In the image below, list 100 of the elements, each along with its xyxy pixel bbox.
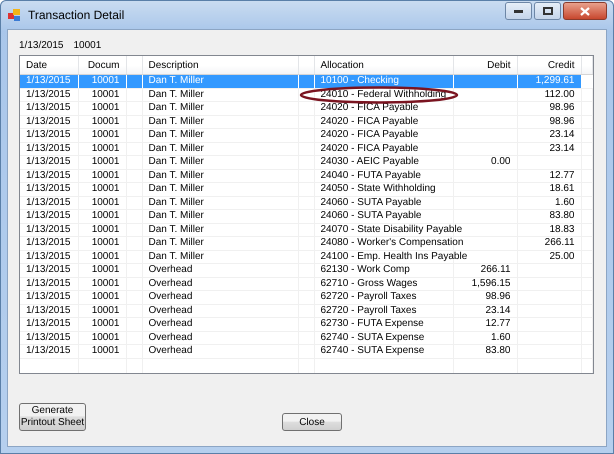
table-cell: 10001 <box>92 304 120 316</box>
close-dialog-button[interactable]: Close <box>282 413 342 431</box>
table-row[interactable]: 1/13/2015 10001 Dan T. Miller 24010 - Federal Withholding 112.00 <box>20 88 592 102</box>
table-cell: 24030 - AEIC Payable <box>320 156 419 167</box>
column-header[interactable]: Credit <box>517 56 581 74</box>
table-cell: Dan T. Miller <box>148 237 204 248</box>
table-row[interactable]: 1/13/2015 10001 Dan T. Miller 24020 - FICA Payable 23.14 <box>20 128 592 142</box>
table-cell: 10001 <box>92 183 120 194</box>
table-cell: 10001 <box>92 278 120 288</box>
table-cell: 1/13/2015 <box>26 304 70 316</box>
table-cell: Dan T. Miller <box>148 129 204 140</box>
table-cell: 24060 - SUTA Payable <box>320 196 422 208</box>
table-cell: 23.14 <box>549 129 574 140</box>
table-cell: 1/13/2015 <box>26 250 70 262</box>
close-button[interactable] <box>563 2 607 20</box>
table-cell: 10001 <box>92 129 120 140</box>
table-cell: 62130 - Work Comp <box>320 264 410 275</box>
table-cell: Overhead <box>148 318 192 329</box>
table-cell: 1.60 <box>555 196 574 208</box>
column-header[interactable]: Date <box>20 56 78 74</box>
table-cell: 112.00 <box>544 88 574 100</box>
minimize-button[interactable] <box>505 2 532 20</box>
column-header[interactable]: Docum <box>78 56 126 74</box>
minimize-icon <box>514 9 523 13</box>
table-row[interactable]: 1/13/2015 10001 Dan T. Miller 24040 - FUTA Payable 12.77 <box>20 169 592 182</box>
table-cell: 24040 - FUTA Payable <box>320 170 421 180</box>
table-row[interactable]: 1/13/2015 10001 Dan T. Miller 24030 - AEIC Payable 0.00 <box>20 156 592 169</box>
table-cell: 23.14 <box>549 142 574 154</box>
table-cell: 1/13/2015 <box>26 332 70 342</box>
table-cell: 1/13/2015 <box>26 196 70 208</box>
table-row[interactable]: 1/13/2015 10001 Overhead 62740 - SUTA Expense 1.60 <box>20 331 592 344</box>
table-row[interactable]: 1/13/2015 10001 Dan T. Miller 24060 - SUTA Payable 83.80 <box>20 210 592 223</box>
table-row[interactable]: 1/13/2015 10001 Overhead 62720 - Payroll Taxes 98.96 <box>20 290 592 304</box>
table-cell: 24060 - SUTA Payable <box>320 210 422 221</box>
table-cell: 10001 <box>92 156 120 167</box>
table-row[interactable]: 1/13/2015 10001 Overhead 62730 - FUTA Expense 12.77 <box>20 318 592 331</box>
table-cell: 0.00 <box>491 156 510 167</box>
table-cell: 10001 <box>92 291 120 302</box>
table-cell: Dan T. Miller <box>148 116 204 126</box>
table-cell: 24020 - FICA Payable <box>320 116 418 126</box>
table-cell: 10001 <box>92 264 120 275</box>
table-cell: 1/13/2015 <box>26 75 70 86</box>
table-row[interactable]: 1/13/2015 10001 Dan T. Miller 24050 - State Withholding 18.61 <box>20 182 592 196</box>
table-cell: Dan T. Miller <box>148 102 204 113</box>
table-cell: 62720 - Payroll Taxes <box>320 304 416 316</box>
table-cell: Dan T. Miller <box>148 170 204 180</box>
table-cell: 1/13/2015 <box>26 318 70 329</box>
table-row[interactable]: 1/13/2015 10001 Overhead 62740 - SUTA Expense 83.80 <box>20 344 592 358</box>
table-cell: 1/13/2015 <box>26 291 70 302</box>
table-cell: Dan T. Miller <box>148 210 204 221</box>
table-cell: 10001 <box>92 224 120 234</box>
table-cell: 12.77 <box>549 170 574 180</box>
table-cell: 10001 <box>92 250 120 262</box>
table-row[interactable]: 1/13/2015 10001 Dan T. Miller 24080 - Worker's Compensation 266.11 <box>20 236 592 250</box>
table-cell: 24020 - FICA Payable <box>320 129 418 140</box>
table-cell: 10001 <box>92 142 120 154</box>
table-cell: Overhead <box>148 264 192 275</box>
table-cell: 1.60 <box>491 332 510 342</box>
table-cell: 10100 - Checking <box>320 75 399 86</box>
maximize-icon <box>542 7 552 15</box>
table-cell: 1/13/2015 <box>26 278 70 288</box>
table-row[interactable]: 1/13/2015 10001 Dan T. Miller 24060 - SUTA Payable 1.60 <box>20 196 592 210</box>
table-row[interactable]: 1/13/2015 10001 Overhead 62710 - Gross Wages 1,596.15 <box>20 277 592 290</box>
table-cell: Overhead <box>148 278 192 288</box>
table-cell: 1/13/2015 <box>26 183 70 194</box>
column-header[interactable]: Allocation <box>314 56 453 74</box>
table-cell: 23.14 <box>485 304 510 316</box>
table-cell: 1/13/2015 <box>26 237 70 248</box>
table-cell: 62730 - FUTA Expense <box>320 318 424 329</box>
table-cell: 24070 - State Disability Payable <box>320 224 462 234</box>
table-cell: 1/13/2015 <box>26 102 70 113</box>
table-row[interactable]: 1/13/2015 10001 Dan T. Miller 24020 - FICA Payable 98.96 <box>20 115 592 128</box>
table-row[interactable]: 1/13/2015 10001 Overhead 62130 - Work Comp 266.11 <box>20 264 592 277</box>
table-cell: 12.77 <box>485 318 510 329</box>
table-cell: Dan T. Miller <box>148 183 204 194</box>
table-row[interactable]: 1/13/2015 10001 Overhead 62720 - Payroll Taxes 23.14 <box>20 304 592 318</box>
table-cell: 24010 - Federal Withholding <box>320 88 446 100</box>
table-row[interactable]: 1/13/2015 10001 Dan T. Miller 24100 - Emp. Health Ins Payable 25.00 <box>20 250 592 264</box>
table-cell: 83.80 <box>485 345 510 356</box>
table-row[interactable]: 1/13/2015 10001 Dan T. Miller 24020 - FICA Payable 23.14 <box>20 142 592 156</box>
column-header[interactable]: Debit <box>453 56 517 74</box>
table-cell: 10001 <box>92 116 120 126</box>
table-cell: 1/13/2015 <box>26 156 70 167</box>
table-cell: Overhead <box>148 345 192 356</box>
table-cell: 266.11 <box>544 237 574 248</box>
table-cell: Dan T. Miller <box>148 224 204 234</box>
maximize-button[interactable] <box>534 2 561 20</box>
table-cell: 10001 <box>92 318 120 329</box>
app-icon <box>8 8 22 22</box>
table-row[interactable]: 1/13/2015 10001 Dan T. Miller 24070 - State Disability Payable 18.83 <box>20 223 592 236</box>
table-cell: 10001 <box>92 88 120 100</box>
table-cell: Overhead <box>148 332 192 342</box>
document-number: 10001 <box>74 40 102 53</box>
table-cell: 10001 <box>92 332 120 342</box>
close-icon <box>580 6 590 16</box>
generate-printout-button[interactable]: Generate Printout Sheet <box>19 403 86 431</box>
table-cell: 62720 - Payroll Taxes <box>320 291 416 302</box>
table-cell: 1/13/2015 <box>26 129 70 140</box>
column-header[interactable]: Description <box>142 56 298 74</box>
table-cell: 10001 <box>92 170 120 180</box>
